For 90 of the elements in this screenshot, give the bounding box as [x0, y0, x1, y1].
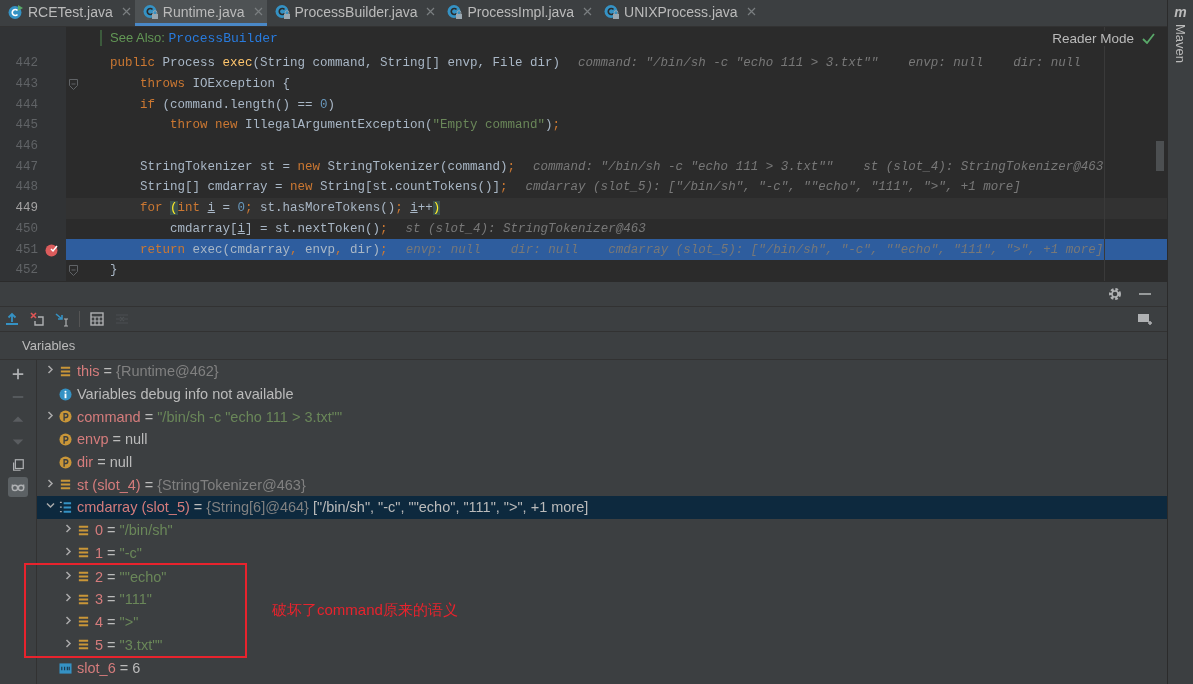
code-line: String[] cmdarray = new String[st.countTokens()]; [139, 180, 508, 195]
variable-entry: 1 = "-c" [95, 544, 142, 561]
plus-icon[interactable] [11, 367, 25, 381]
drop-frame-icon[interactable] [29, 311, 45, 327]
field-icon [59, 478, 72, 492]
info-message: Variables debug info not available [77, 386, 294, 403]
maven-tab[interactable]: Maven [1173, 24, 1188, 64]
inline-value-hint: st (slot_4): StringTokenizer@463 [863, 159, 1104, 174]
calculator-icon[interactable] [89, 311, 105, 327]
annotation-note: 破坏了command原来的语义 [272, 601, 458, 621]
variable-entry: dir = null [77, 454, 133, 471]
inline-value-hint: cmdarray (slot_5): ["/bin/sh", "-c", ""echo", "111", ">", +1 more] [525, 180, 1021, 195]
code-line: if (command.length() == 0) [139, 97, 336, 112]
inline-value-hint: command: "/bin/sh -c "echo 111 > 3.txt"" [578, 56, 879, 71]
variable-entry: envp = null [77, 431, 148, 448]
chevron-right-icon[interactable] [45, 410, 55, 420]
chevron-right-icon[interactable] [63, 615, 73, 625]
variable-entry: st (slot_4) = {StringTokenizer@463} [77, 476, 306, 493]
inline-value-hint: st (slot_4): StringTokenizer@463 [405, 221, 646, 236]
file-tab[interactable]: Runtime.java [134, 0, 267, 26]
variable-entry: cmdarray (slot_5) = {String[6]@464} ["/bin/sh", "-c", ""echo", "111", ">", +1 more] [77, 499, 589, 516]
field-icon [77, 523, 90, 537]
close-icon[interactable] [746, 7, 756, 16]
field-icon [77, 546, 90, 560]
field-icon [77, 592, 90, 606]
class-lock-icon [274, 3, 291, 20]
field-icon [77, 570, 90, 584]
code-line: throws IOException { [139, 77, 291, 92]
tool-window-logo[interactable]: m [1174, 4, 1187, 20]
variable-entry: 4 = ">" [95, 613, 139, 630]
code-line: cmdarray[i] = st.nextToken(); [169, 221, 388, 236]
inline-value-hint: envp: null [908, 56, 984, 71]
code-line: public Process exec(String command, String[] envp, File dir) [109, 56, 561, 71]
run-to-cursor-icon[interactable] [54, 311, 70, 327]
chevron-right-icon[interactable] [63, 638, 73, 648]
line-number: 449 [14, 201, 38, 216]
inline-value-hint: command: "/bin/sh -c "echo 111 > 3.txt"" [533, 159, 834, 174]
code-line: } [109, 263, 118, 278]
layout-icon[interactable] [1137, 311, 1153, 327]
parameter-icon [59, 432, 72, 446]
inline-value-hint: cmdarray (slot_5): ["/bin/sh", "-c", ""echo", "111", ">", +1 more] [608, 242, 1104, 257]
code-line: for (int i = 0; st.hasMoreTokens(); i++) [139, 201, 441, 216]
code-line: StringTokenizer st = new StringTokenizer(command); [139, 159, 516, 174]
chevron-right-icon[interactable] [63, 546, 73, 556]
variable-entry: 5 = "3.txt"" [95, 636, 163, 653]
inline-value-hint: dir: null [510, 242, 579, 257]
reader-mode-label[interactable]: Reader Mode [1052, 31, 1134, 46]
variable-entry: slot_6 = 6 [77, 660, 141, 677]
close-icon[interactable] [583, 7, 593, 16]
doc-see-also: See Also: ProcessBuilder [100, 29, 278, 46]
settings-icon[interactable] [1107, 286, 1123, 302]
field-icon [59, 364, 72, 378]
inline-value-hint: dir: null [1013, 56, 1081, 71]
parameter-icon [59, 410, 72, 424]
chevron-right-icon[interactable] [45, 365, 55, 375]
close-icon[interactable] [426, 7, 436, 16]
chevron-right-icon[interactable] [63, 593, 73, 603]
scrollbar-thumb[interactable] [1156, 141, 1164, 171]
chevron-right-icon[interactable] [63, 524, 73, 534]
primitive-icon [59, 661, 72, 675]
fold-marker-icon[interactable] [68, 78, 78, 90]
class-lock-icon [447, 3, 464, 20]
field-icon [77, 615, 90, 629]
close-icon[interactable] [121, 7, 131, 16]
variable-entry: 2 = ""echo" [95, 568, 167, 585]
code-line: throw new IllegalArgumentException("Empty command"); [169, 118, 561, 133]
class-lock-icon [142, 3, 159, 20]
step-out-icon[interactable] [4, 311, 20, 327]
parameter-icon [59, 455, 72, 469]
panel-title: Variables [22, 338, 76, 353]
code-line: return exec(cmdarray, envp, dir); [139, 242, 388, 257]
variable-entry: command = "/bin/sh -c "echo 111 > 3.txt"" [77, 408, 343, 425]
variable-entry: 0 = "/bin/sh" [95, 522, 173, 539]
variable-entry: this = {Runtime@462} [77, 363, 219, 380]
class-run-icon [8, 3, 24, 20]
chevron-down-icon[interactable] [45, 501, 55, 511]
doc-link[interactable]: ProcessBuilder [168, 30, 278, 46]
copy-icon[interactable] [11, 457, 25, 472]
class-lock-icon [604, 3, 621, 20]
chevron-right-icon[interactable] [63, 570, 73, 580]
breakpoint-icon[interactable] [45, 242, 59, 257]
chevron-right-icon[interactable] [45, 478, 55, 488]
fold-marker-icon[interactable] [68, 264, 78, 276]
variable-entry: 3 = "111" [95, 591, 152, 608]
field-icon [77, 638, 90, 652]
inline-value-hint: envp: null [405, 242, 481, 257]
close-icon[interactable] [253, 7, 263, 16]
info-icon [59, 387, 72, 401]
checkmark-icon [1142, 33, 1155, 44]
array-icon [59, 500, 72, 514]
